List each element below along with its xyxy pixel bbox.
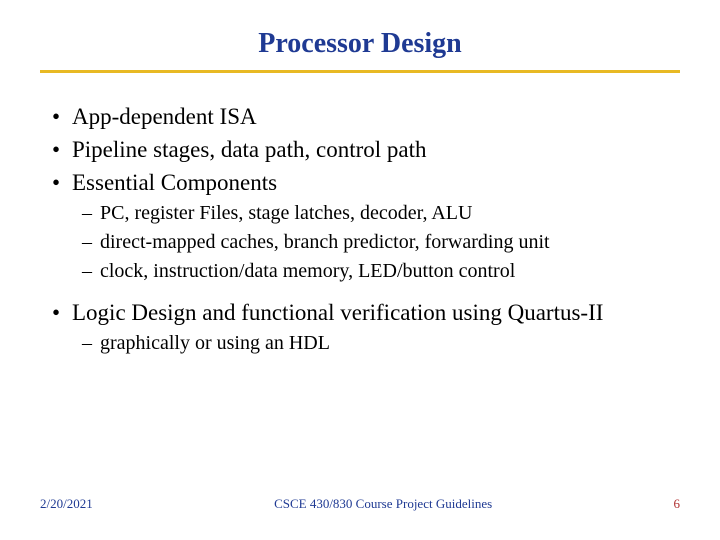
slide: Processor Design App-dependent ISA Pipel… bbox=[0, 0, 720, 540]
spacer bbox=[48, 287, 680, 297]
footer-course-title: CSCE 430/830 Course Project Guidelines bbox=[93, 496, 674, 512]
sub-bullet-item: clock, instruction/data memory, LED/butt… bbox=[48, 258, 680, 285]
sub-bullet-item: direct-mapped caches, branch predictor, … bbox=[48, 229, 680, 256]
title-underline bbox=[40, 70, 680, 73]
slide-title: Processor Design bbox=[40, 28, 680, 60]
bullet-item: Essential Components bbox=[48, 167, 680, 198]
sub-bullet-item: PC, register Files, stage latches, decod… bbox=[48, 200, 680, 227]
footer-date: 2/20/2021 bbox=[40, 496, 93, 512]
bullet-item: Pipeline stages, data path, control path bbox=[48, 134, 680, 165]
bullet-item: Logic Design and functional verification… bbox=[48, 297, 680, 328]
content-area: App-dependent ISA Pipeline stages, data … bbox=[40, 101, 680, 357]
bullet-item: App-dependent ISA bbox=[48, 101, 680, 132]
sub-bullet-item: graphically or using an HDL bbox=[48, 330, 680, 357]
footer: 2/20/2021 CSCE 430/830 Course Project Gu… bbox=[40, 496, 680, 512]
footer-page-number: 6 bbox=[674, 496, 681, 512]
